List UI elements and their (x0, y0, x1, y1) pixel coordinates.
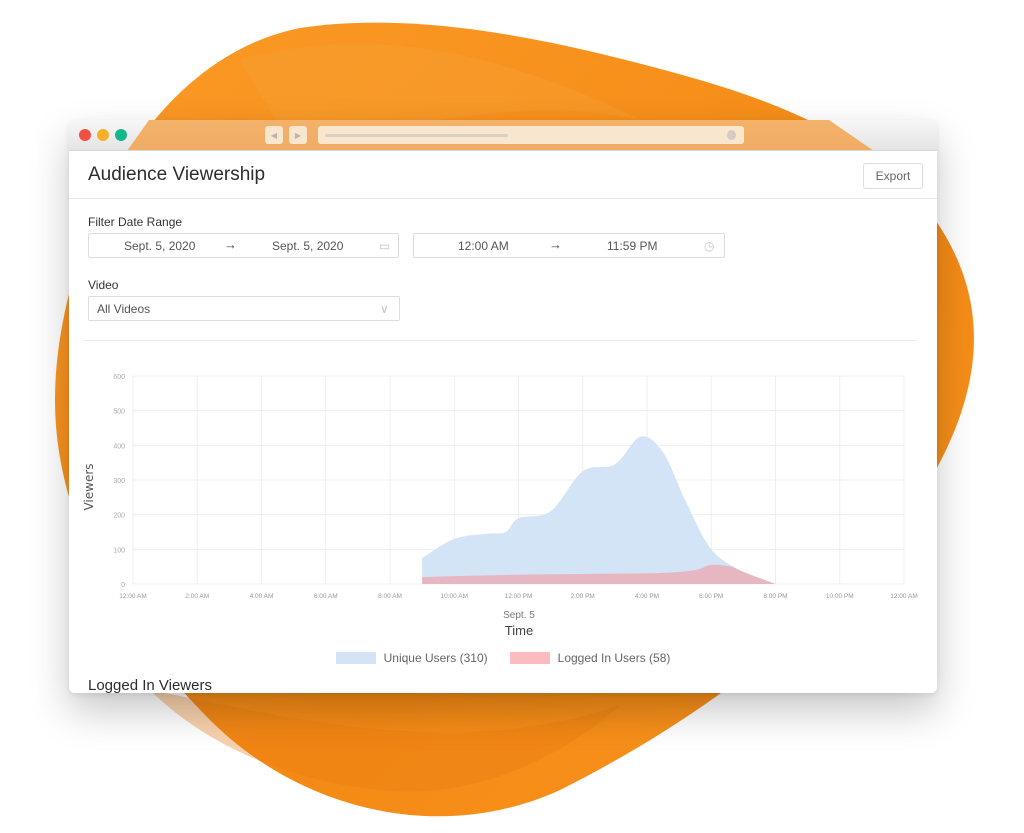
legend-item-unique-users[interactable]: Unique Users (310) (335, 651, 488, 665)
x-tick-label: 4:00 PM (635, 593, 659, 600)
reload-icon[interactable] (727, 130, 736, 140)
x-tick-label: 8:00 AM (378, 593, 402, 600)
time-range-picker[interactable]: 12:00 AM → 11:59 PM ◷ (413, 233, 725, 258)
chart-legend: Unique Users (310) Logged In Users (58) (69, 651, 937, 665)
start-date-value: Sept. 5, 2020 (124, 239, 196, 253)
y-axis-ticks: 0 100 200 300 400 500 600 (113, 374, 125, 589)
logged-in-users-legend-label: Logged In Users (58) (557, 651, 671, 665)
legend-item-logged-in-users[interactable]: Logged In Users (58) (509, 651, 671, 665)
y-axis-label: Viewers (82, 463, 96, 510)
x-axis-sublabel: Sept. 5 (503, 610, 535, 621)
viewership-chart: 0 100 200 300 400 500 600 12:00 AM 2:00 AM 4:00 … (82, 374, 918, 638)
y-tick-label: 600 (113, 374, 125, 381)
browser-titlebar: ◀ ▶ (69, 120, 937, 151)
y-tick-label: 500 (113, 409, 125, 416)
x-tick-label: 12:00 AM (890, 593, 917, 600)
browser-window: ◀ ▶ Audience Viewership Export Filter Da… (69, 120, 937, 693)
x-tick-label: 8:00 PM (763, 593, 787, 600)
x-tick-label: 2:00 PM (571, 593, 595, 600)
y-tick-label: 400 (113, 443, 125, 450)
x-axis-ticks: 12:00 AM 2:00 AM 4:00 AM 6:00 AM 8:00 AM 10:0… (119, 593, 917, 600)
maximize-window-button[interactable] (115, 129, 127, 141)
unique-users-swatch (335, 652, 376, 664)
forward-icon: ▶ (294, 130, 302, 140)
x-tick-label: 6:00 PM (699, 593, 723, 600)
logged-in-viewers-heading: Logged In Viewers (88, 677, 212, 693)
x-tick-label: 12:00 AM (119, 593, 146, 600)
back-button[interactable]: ◀ (265, 126, 283, 144)
chart-areas (422, 436, 776, 584)
chevron-down-icon: ∨ (380, 302, 389, 316)
calendar-icon[interactable]: ▭ (379, 239, 390, 253)
window-controls (79, 129, 127, 141)
video-selected-value: All Videos (97, 302, 151, 316)
x-axis-label: Time (505, 623, 533, 638)
start-time-value: 12:00 AM (458, 239, 509, 253)
minimize-window-button[interactable] (97, 129, 109, 141)
y-tick-label: 200 (113, 513, 125, 520)
close-window-button[interactable] (79, 129, 91, 141)
export-button[interactable]: Export (863, 163, 923, 189)
address-bar[interactable] (318, 126, 744, 144)
address-placeholder-line (325, 134, 508, 137)
unique-users-area[interactable] (422, 436, 776, 584)
y-tick-label: 0 (121, 582, 125, 589)
time-arrow-icon: → (549, 237, 562, 252)
forward-button[interactable]: ▶ (289, 126, 307, 144)
x-tick-label: 10:00 AM (441, 593, 468, 600)
y-tick-label: 100 (113, 547, 125, 554)
clock-icon[interactable]: ◷ (704, 239, 714, 253)
video-select[interactable]: All Videos ∨ (88, 296, 400, 321)
end-time-value: 11:59 PM (607, 239, 658, 253)
section-divider (83, 340, 917, 341)
back-icon: ◀ (270, 130, 278, 140)
x-tick-label: 10:00 PM (826, 593, 854, 600)
filter-date-range-label: Filter Date Range (88, 215, 183, 229)
page-header: Audience Viewership Export (69, 151, 937, 199)
x-tick-label: 4:00 AM (250, 593, 274, 600)
x-tick-label: 2:00 AM (185, 593, 209, 600)
unique-users-legend-label: Unique Users (310) (383, 651, 488, 665)
date-range-picker[interactable]: Sept. 5, 2020 → Sept. 5, 2020 ▭ (88, 233, 399, 258)
x-tick-label: 6:00 AM (314, 593, 338, 600)
y-tick-label: 300 (113, 478, 125, 485)
video-label: Video (88, 278, 119, 292)
end-date-value: Sept. 5, 2020 (272, 239, 344, 253)
date-arrow-icon: → (224, 237, 237, 252)
page-title: Audience Viewership (88, 164, 266, 185)
logged-in-users-swatch (509, 652, 550, 664)
x-tick-label: 12:00 PM (505, 593, 533, 600)
